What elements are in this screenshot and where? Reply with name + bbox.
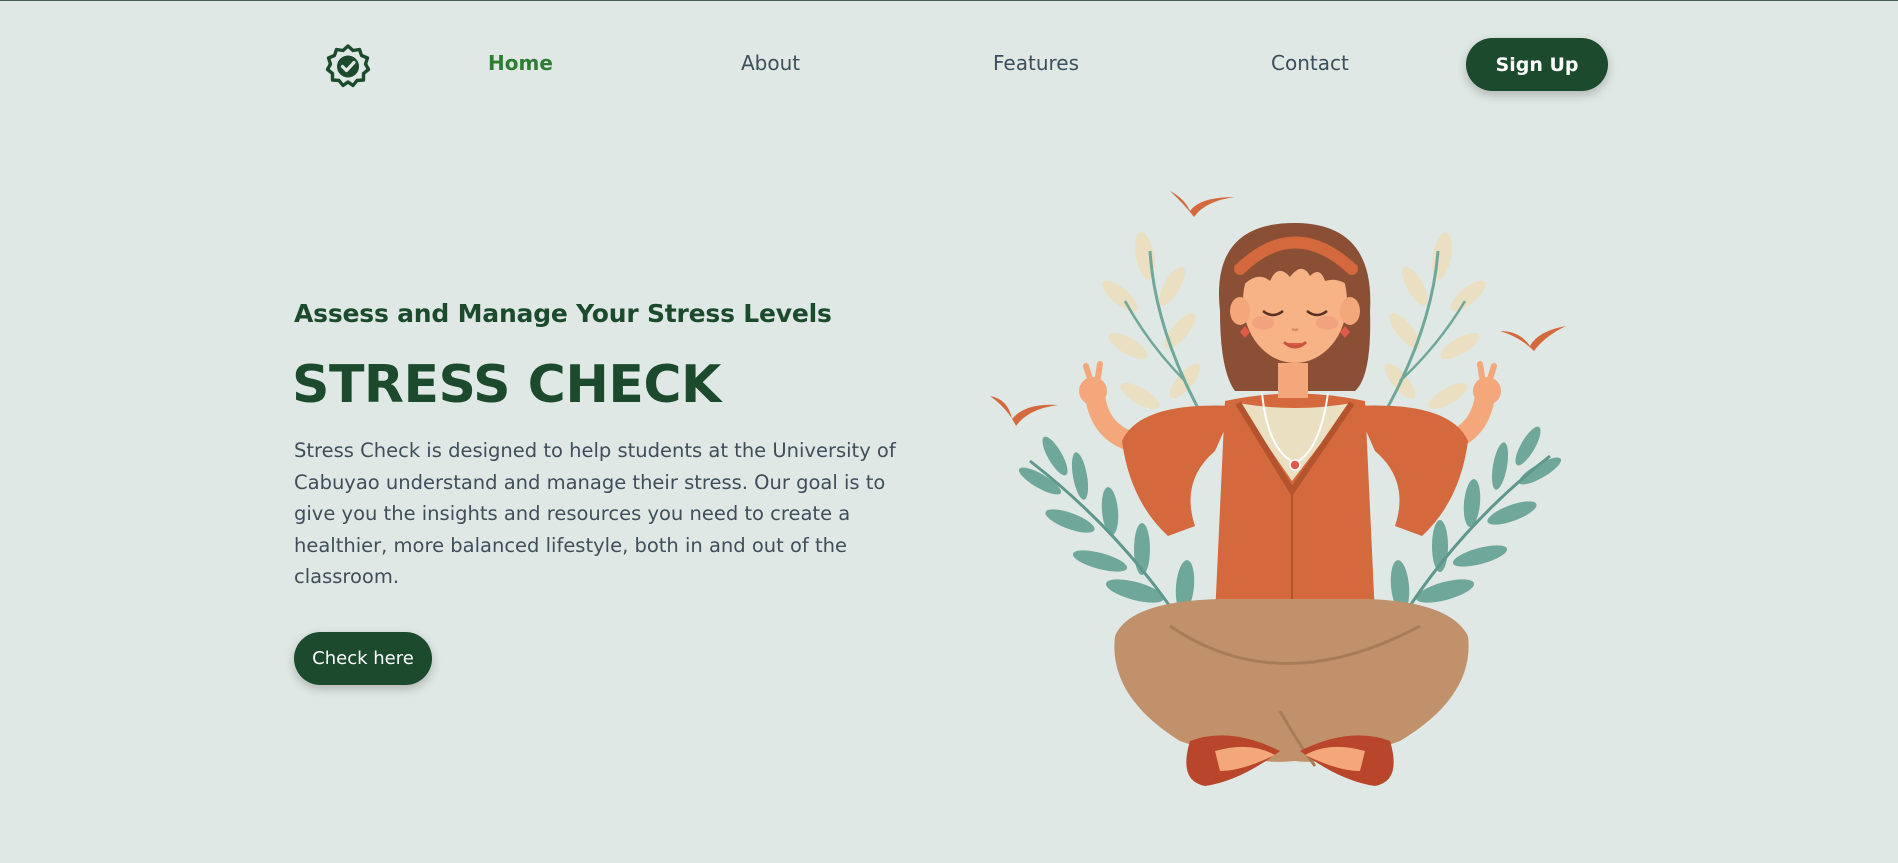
hero-description: Stress Check is designed to help student…	[294, 439, 896, 588]
bird-icon	[1500, 326, 1566, 351]
sign-up-button[interactable]: Sign Up	[1466, 38, 1608, 91]
badge-check-icon[interactable]	[324, 42, 372, 90]
nav-contact[interactable]: Contact	[1271, 51, 1349, 75]
nav-home[interactable]: Home	[488, 51, 553, 75]
nav-about[interactable]: About	[741, 51, 800, 75]
bird-icon	[1170, 191, 1235, 217]
bird-icon	[990, 396, 1058, 426]
hero-subtitle: Assess and Manage Your Stress Levels	[294, 299, 832, 328]
nav-features[interactable]: Features	[993, 51, 1079, 75]
check-here-button[interactable]: Check here	[294, 632, 432, 685]
hero-title: STRESS CHECK	[292, 355, 721, 415]
meditating-woman-illustration	[990, 191, 1566, 786]
